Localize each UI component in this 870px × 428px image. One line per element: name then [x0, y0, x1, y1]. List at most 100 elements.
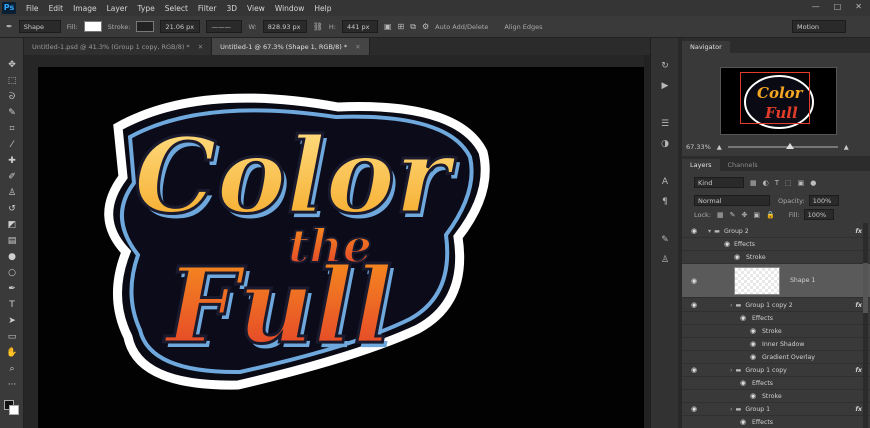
healing-brush-tool-icon[interactable]: ✚ [4, 154, 20, 168]
menu-image[interactable]: Image [73, 4, 97, 13]
tab-navigator[interactable]: Navigator [682, 41, 730, 53]
menu-file[interactable]: File [26, 4, 39, 13]
effect-row[interactable]: ◉ Stroke [682, 251, 870, 264]
align-edges-checkbox[interactable]: Align Edges [504, 23, 542, 31]
visibility-eye-icon[interactable]: ◉ [691, 405, 697, 413]
effect-row[interactable]: ◉ Gradient Overlay [682, 351, 870, 364]
pixel-filter-icon[interactable]: ▦ [750, 179, 757, 187]
pen-tool-icon[interactable]: ✒ [6, 22, 13, 31]
history-icon[interactable]: ↻ [658, 60, 672, 72]
visibility-eye-icon[interactable]: ◉ [691, 277, 697, 285]
fx-icon[interactable]: fx [855, 367, 862, 374]
zoom-in-icon[interactable]: ▲ [844, 143, 849, 151]
close-icon[interactable]: ✕ [355, 43, 360, 51]
lock-pixels-icon[interactable]: ✎ [730, 211, 736, 219]
tab-channels[interactable]: Channels [720, 159, 766, 171]
adjustments-icon[interactable]: ◑ [658, 138, 672, 150]
layer-row[interactable]: ◉ › ▬ Group 1 copy 2 fx [682, 299, 870, 312]
visibility-eye-icon[interactable]: ◉ [740, 379, 746, 387]
fx-icon[interactable]: fx [855, 228, 862, 235]
expand-arrow-icon[interactable]: › [730, 302, 732, 309]
lock-transparency-icon[interactable]: ▦ [717, 211, 724, 219]
filter-toggle-icon[interactable]: ● [810, 179, 816, 187]
lettering-artwork[interactable]: Color Color the Full Full [38, 67, 646, 428]
brush-tool-icon[interactable]: ✐ [4, 170, 20, 184]
menu-edit[interactable]: Edit [49, 4, 64, 13]
stroke-type-select[interactable]: ——— [206, 20, 243, 33]
layer-row-selected[interactable]: ◉ Shape 1 [682, 264, 870, 298]
visibility-eye-icon[interactable]: ◉ [750, 340, 756, 348]
maximize-button[interactable]: □ [834, 2, 842, 11]
smart-object-filter-icon[interactable]: ▣ [798, 179, 805, 187]
effects-row[interactable]: ◉ Effects [682, 238, 870, 251]
visibility-eye-icon[interactable]: ◉ [750, 327, 756, 335]
visibility-eye-icon[interactable]: ◉ [724, 240, 730, 248]
type-filter-icon[interactable]: T [775, 179, 779, 187]
menu-type[interactable]: Type [138, 4, 155, 13]
width-field[interactable]: 828.93 px [262, 20, 307, 33]
eraser-tool-icon[interactable]: ◩ [4, 218, 20, 232]
effects-row[interactable]: ◉ Effects [682, 377, 870, 390]
dodge-tool-icon[interactable]: ○ [4, 266, 20, 280]
effects-row[interactable]: ◉ Effects [682, 416, 870, 428]
clone-source-icon[interactable]: ♙ [658, 254, 672, 266]
zoom-out-icon[interactable]: ▲ [717, 143, 722, 151]
visibility-eye-icon[interactable]: ◉ [750, 353, 756, 361]
lock-all-icon[interactable]: 🔒 [766, 211, 775, 219]
menu-select[interactable]: Select [165, 4, 188, 13]
history-brush-tool-icon[interactable]: ↺ [4, 202, 20, 216]
stroke-swatch[interactable] [136, 21, 155, 32]
expand-arrow-icon[interactable]: › [730, 406, 732, 413]
minimize-button[interactable]: — [812, 2, 820, 11]
workspace-select[interactable]: Motion [792, 20, 846, 33]
crop-tool-icon[interactable]: ⌗ [4, 122, 20, 136]
fill-swatch[interactable] [83, 21, 102, 32]
tab-document-1[interactable]: Untitled-1.psd @ 41.3% (Group 1 copy, RG… [24, 38, 213, 55]
move-tool-icon[interactable]: ✥ [4, 58, 20, 72]
expand-arrow-icon[interactable]: ▾ [708, 228, 711, 235]
effect-row[interactable]: ◉ Inner Shadow [682, 338, 870, 351]
zoom-tool-icon[interactable]: ⌕ [4, 362, 20, 376]
visibility-eye-icon[interactable]: ◉ [740, 418, 746, 426]
actions-icon[interactable]: ▶ [658, 80, 672, 92]
fill-field[interactable]: 100% [803, 209, 834, 220]
rectangle-tool-icon[interactable]: ▭ [4, 330, 20, 344]
zoom-slider-knob[interactable] [785, 143, 794, 149]
shape-filter-icon[interactable]: ⬚ [785, 179, 792, 187]
lasso-tool-icon[interactable]: ᘐ [4, 90, 20, 104]
auto-add-delete-checkbox[interactable]: Auto Add/Delete [435, 23, 488, 31]
filter-kind-select[interactable]: Kind [694, 177, 744, 188]
layer-row[interactable]: ◉ › ▬ Group 1 copy fx [682, 364, 870, 377]
menu-filter[interactable]: Filter [198, 4, 217, 13]
visibility-eye-icon[interactable]: ◉ [734, 253, 740, 261]
expand-arrow-icon[interactable]: › [730, 367, 732, 374]
visibility-eye-icon[interactable]: ◉ [691, 366, 697, 374]
path-operations-icon[interactable]: ▣ [384, 22, 392, 31]
fx-icon[interactable]: fx [855, 406, 862, 413]
document-canvas[interactable]: Color Color the Full Full [38, 67, 646, 428]
effect-row[interactable]: ◉ Stroke [682, 390, 870, 403]
opacity-field[interactable]: 100% [808, 195, 839, 206]
gradient-tool-icon[interactable]: ▤ [4, 234, 20, 248]
visibility-eye-icon[interactable]: ◉ [750, 392, 756, 400]
height-field[interactable]: 441 px [341, 20, 378, 33]
menu-help[interactable]: Help [314, 4, 331, 13]
clone-stamp-tool-icon[interactable]: ♙ [4, 186, 20, 200]
path-arrangement-icon[interactable]: ⧉ [410, 22, 416, 32]
navigator-view-frame[interactable] [740, 72, 810, 124]
zoom-slider[interactable] [727, 143, 838, 149]
settings-gear-icon[interactable]: ⚙ [422, 22, 429, 31]
tab-layers[interactable]: Layers [682, 159, 720, 171]
properties-icon[interactable]: ☰ [658, 118, 672, 130]
lock-artboard-icon[interactable]: ▣ [753, 211, 760, 219]
blur-tool-icon[interactable]: ● [4, 250, 20, 264]
zoom-value[interactable]: 67.33% [686, 143, 711, 151]
menu-3d[interactable]: 3D [226, 4, 237, 13]
close-button[interactable]: ✕ [855, 2, 862, 11]
effects-row[interactable]: ◉ Effects [682, 312, 870, 325]
more-tools-icon[interactable]: ··· [4, 378, 20, 392]
eyedropper-tool-icon[interactable]: ⁄ [4, 138, 20, 152]
hand-tool-icon[interactable]: ✋ [4, 346, 20, 360]
quick-select-tool-icon[interactable]: ✎ [4, 106, 20, 120]
visibility-eye-icon[interactable]: ◉ [691, 227, 697, 235]
